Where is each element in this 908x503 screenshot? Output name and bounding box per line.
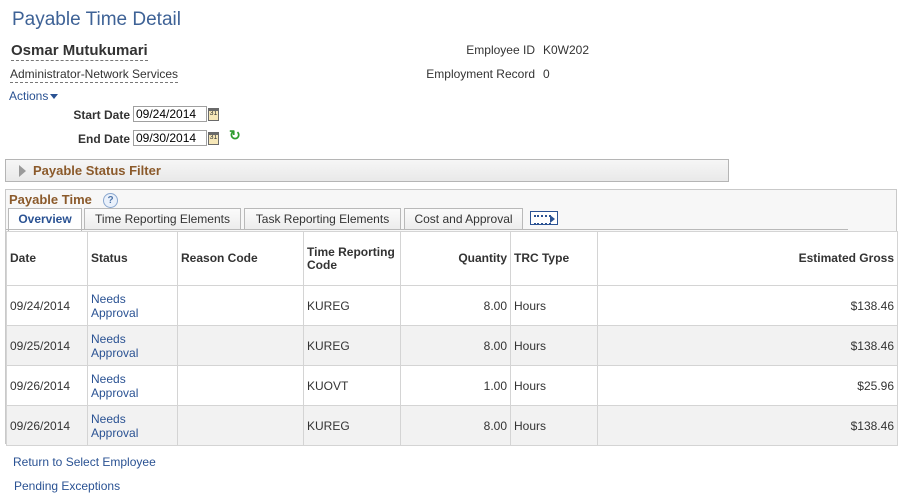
column-header-quantity: Quantity [400,231,511,286]
table-header-row: Date Status Reason Code Time Reporting C… [6,231,898,286]
column-header-reason-code: Reason Code [177,231,304,286]
employee-id-value: K0W202 [543,43,590,57]
tab-task-reporting-elements[interactable]: Task Reporting Elements [244,208,401,230]
cell-quantity: 8.00 [400,325,511,366]
cell-date: 09/25/2014 [6,325,88,366]
cell-trc-type: Hours [510,405,598,446]
cell-trc-type: Hours [510,325,598,366]
end-date-input[interactable] [133,130,207,146]
cell-quantity: 1.00 [400,365,511,406]
cell-reason-code [177,365,304,406]
column-header-status: Status [87,231,178,286]
cell-estimated-gross: $138.46 [597,405,898,446]
tab-overview[interactable]: Overview [8,208,82,231]
cell-time-reporting-code: KUREG [303,285,401,326]
cell-trc-type: Hours [510,285,598,326]
start-date-input[interactable] [133,106,207,122]
page-title: Payable Time Detail [12,9,181,30]
column-header-trc-type: TRC Type [510,231,598,286]
cell-estimated-gross: $25.96 [597,365,898,406]
table-row: 09/24/2014 Needs Approval KUREG 8.00 Hou… [6,285,898,326]
cell-time-reporting-code: KUOVT [303,365,401,406]
cell-date: 09/24/2014 [6,285,88,326]
cell-quantity: 8.00 [400,405,511,446]
cell-status-link[interactable]: Needs Approval [87,325,178,366]
employment-record-label: Employment Record [426,67,535,81]
payable-status-filter-label: Payable Status Filter [33,163,161,178]
column-header-date: Date [6,231,88,286]
cell-estimated-gross: $138.46 [597,325,898,366]
table-row: 09/26/2014 Needs Approval KUOVT 1.00 Hou… [6,365,898,406]
cell-date: 09/26/2014 [6,365,88,406]
expand-triangle-icon [19,165,26,177]
cell-time-reporting-code: KUREG [303,405,401,446]
column-header-estimated-gross: Estimated Gross [597,231,898,286]
actions-menu[interactable]: Actions [9,89,59,103]
show-all-columns-icon[interactable] [530,211,558,225]
cell-date: 09/26/2014 [6,405,88,446]
payable-status-filter-section[interactable]: Payable Status Filter [5,159,729,182]
return-to-select-employee-link[interactable]: Return to Select Employee [13,455,156,469]
actions-label: Actions [9,89,49,103]
employee-name[interactable]: Osmar Mutukumari [11,42,148,61]
cell-reason-code [177,405,304,446]
cell-trc-type: Hours [510,365,598,406]
cell-status-link[interactable]: Needs Approval [87,285,178,326]
help-icon[interactable]: ? [103,193,118,208]
cell-reason-code [177,285,304,326]
column-header-time-reporting-code: Time Reporting Code [303,231,401,286]
refresh-icon[interactable]: ↻ [229,127,241,144]
employee-id-label: Employee ID [466,43,535,57]
cell-status-link[interactable]: Needs Approval [87,365,178,406]
table-row: 09/25/2014 Needs Approval KUREG 8.00 Hou… [6,325,898,366]
pending-exceptions-link[interactable]: Pending Exceptions [14,479,120,493]
calendar-icon[interactable]: 31 [208,132,219,145]
cell-quantity: 8.00 [400,285,511,326]
table-row: 09/26/2014 Needs Approval KUREG 8.00 Hou… [6,405,898,446]
cell-status-link[interactable]: Needs Approval [87,405,178,446]
cell-time-reporting-code: KUREG [303,325,401,366]
chevron-down-icon [50,94,59,100]
cell-estimated-gross: $138.46 [597,285,898,326]
cell-reason-code [177,325,304,366]
tab-divider [6,229,848,230]
calendar-icon[interactable]: 31 [208,108,219,121]
payable-time-title: Payable Time [9,192,92,207]
payable-time-table: Date Status Reason Code Time Reporting C… [6,231,898,446]
employee-department[interactable]: Administrator-Network Services [10,67,179,83]
tab-cost-and-approval[interactable]: Cost and Approval [404,208,523,230]
end-date-label: End Date [77,132,130,146]
employment-record-value: 0 [543,67,550,81]
tab-time-reporting-elements[interactable]: Time Reporting Elements [84,208,241,230]
start-date-label: Start Date [73,108,130,122]
